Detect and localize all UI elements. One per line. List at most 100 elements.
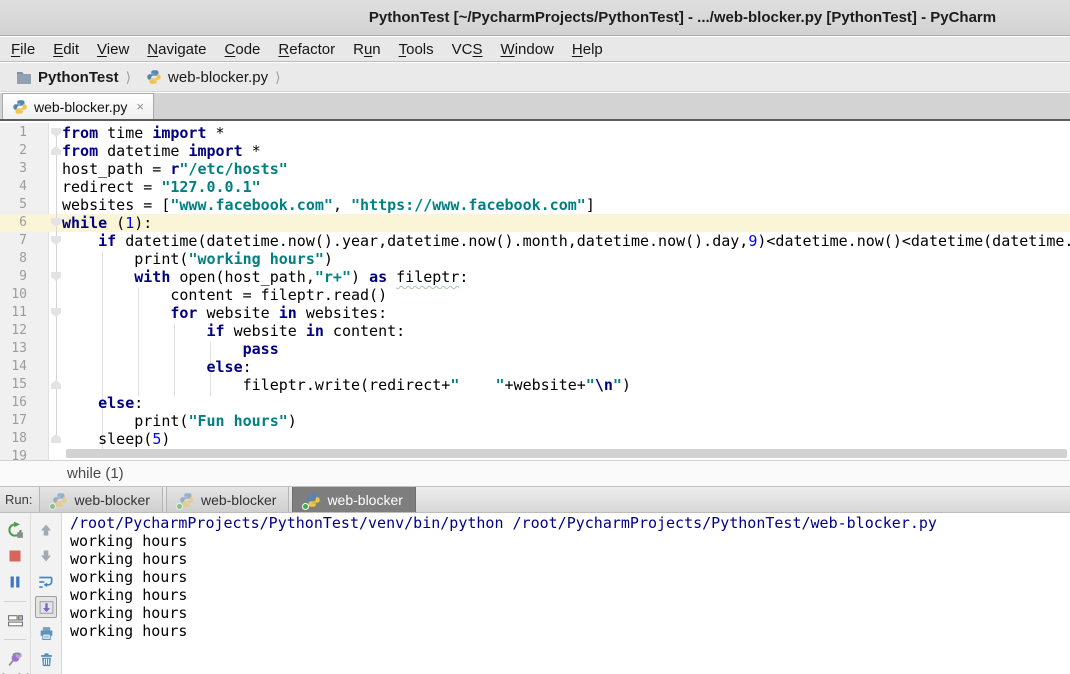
code-line[interactable]: fileptr.write(redirect+" "+website+"\n") [62,376,1070,394]
menu-view[interactable]: View [88,41,138,58]
code-line[interactable]: print("working hours") [62,250,1070,268]
toolbar-separator [4,601,26,602]
fold-marker[interactable] [51,128,61,137]
menu-refactor[interactable]: Refactor [269,41,344,58]
code-line[interactable]: if datetime(datetime.now().year,datetime… [62,232,1070,250]
print-icon [38,625,55,642]
code-line[interactable]: redirect = "127.0.0.1" [62,178,1070,196]
run-tab-1[interactable]: web-blocker [39,487,162,512]
menu-window[interactable]: Window [492,41,563,58]
code-line[interactable]: pass [62,340,1070,358]
menu-run[interactable]: Run [344,41,390,58]
code-line[interactable]: else: [62,358,1070,376]
restore-layout-icon [7,612,24,629]
fold-marker[interactable] [51,434,61,443]
menu-file[interactable]: File [2,41,44,58]
editor-context-bar: while (1) [0,460,1070,486]
code-line[interactable]: from datetime import * [62,142,1070,160]
print-button[interactable] [35,622,57,644]
line-number: 5 [0,196,46,214]
menu-navigate[interactable]: Navigate [138,41,215,58]
code-line[interactable]: else: [62,394,1070,412]
code-editor[interactable]: 12345678910111213141516171819 from time … [0,123,1070,460]
up-icon [38,522,54,538]
editor-tab-web-blocker[interactable]: web-blocker.py × [2,93,154,119]
fold-connector-line [56,136,57,442]
breadcrumb-project[interactable]: PythonTest [38,69,119,86]
line-numbers: 12345678910111213141516171819 [0,124,46,460]
menu-vcs[interactable]: VCS [443,41,492,58]
console-output-line: working hours [70,622,1070,640]
line-number: 17 [0,412,46,430]
restore-layout-button[interactable] [4,609,26,631]
code-line[interactable]: websites = ["www.facebook.com", "https:/… [62,196,1070,214]
line-number: 6 [0,214,46,232]
soft-wraps-button[interactable] [35,571,57,593]
rerun-button[interactable] [4,519,26,541]
code-line[interactable]: content = fileptr.read() [62,286,1070,304]
folder-icon [16,70,32,84]
pause-button[interactable] [4,571,26,593]
line-number: 11 [0,304,46,322]
line-number: 3 [0,160,46,178]
python-file-icon [12,99,28,115]
code-line[interactable]: sleep(5) [62,430,1070,448]
fold-marker[interactable] [51,308,61,317]
menu-edit[interactable]: Edit [44,41,88,58]
soft-wraps-icon [37,573,55,591]
close-icon[interactable]: × [136,100,144,113]
code-line[interactable]: host_path = r"/etc/hosts" [62,160,1070,178]
python-file-icon [305,492,321,508]
console-output-line: working hours [70,604,1070,622]
menu-code[interactable]: Code [216,41,270,58]
console-output-line: working hours [70,586,1070,604]
fold-marker[interactable] [51,146,61,155]
code-line[interactable]: for website in websites: [62,304,1070,322]
pause-icon [7,574,23,590]
code-line[interactable]: from time import * [62,124,1070,142]
code-line[interactable]: while (1): [62,214,1070,232]
line-number: 19 [0,448,46,460]
running-indicator [302,503,309,510]
breadcrumb: PythonTest ⟩ web-blocker.py ⟩ [0,63,1070,92]
run-tab-2[interactable]: web-blocker [166,487,289,512]
pin-button[interactable] [4,647,26,669]
window-title: PythonTest [~/PycharmProjects/PythonTest… [369,9,996,26]
python-file-icon [52,492,68,508]
run-panel-label: Run: [0,487,39,512]
code-line[interactable]: with open(host_path,"r+") as fileptr: [62,268,1070,286]
code-line[interactable]: if website in content: [62,322,1070,340]
clear-button[interactable] [35,648,57,670]
run-toolbar-main [0,513,31,674]
line-number: 2 [0,142,46,160]
pycharm-window: PythonTest [~/PycharmProjects/PythonTest… [0,0,1070,674]
code-line[interactable]: print("Fun hours") [62,412,1070,430]
line-number: 4 [0,178,46,196]
console-toolbar [31,513,62,674]
chevron-right-icon: ⟩ [126,69,131,86]
stop-button[interactable] [4,545,26,567]
horizontal-scrollbar[interactable] [66,449,1067,458]
fold-marker[interactable] [51,380,61,389]
down-button[interactable] [35,545,57,567]
run-console-output[interactable]: /root/PycharmProjects/PythonTest/venv/bi… [62,513,1070,674]
code-text-area[interactable]: from time import *from datetime import *… [62,124,1070,460]
fold-marker[interactable] [51,236,61,245]
fold-marker[interactable] [51,272,61,281]
console-command-line: /root/PycharmProjects/PythonTest/venv/bi… [70,514,1070,532]
menu-tools[interactable]: Tools [390,41,443,58]
title-bar: PythonTest [~/PycharmProjects/PythonTest… [0,0,1070,36]
console-output-line: working hours [70,532,1070,550]
python-file-icon [179,492,195,508]
up-button[interactable] [35,519,57,541]
menu-help[interactable]: Help [563,41,612,58]
scroll-to-end-button[interactable] [35,596,57,618]
pin-icon [7,650,24,667]
breadcrumb-file[interactable]: web-blocker.py [168,69,268,86]
clipped-icons: › ›› [2,667,35,674]
line-number: 12 [0,322,46,340]
run-tab-3[interactable]: web-blocker [292,487,415,512]
console-output-line: working hours [70,568,1070,586]
scroll-to-end-icon [38,599,55,616]
line-number: 1 [0,124,46,142]
